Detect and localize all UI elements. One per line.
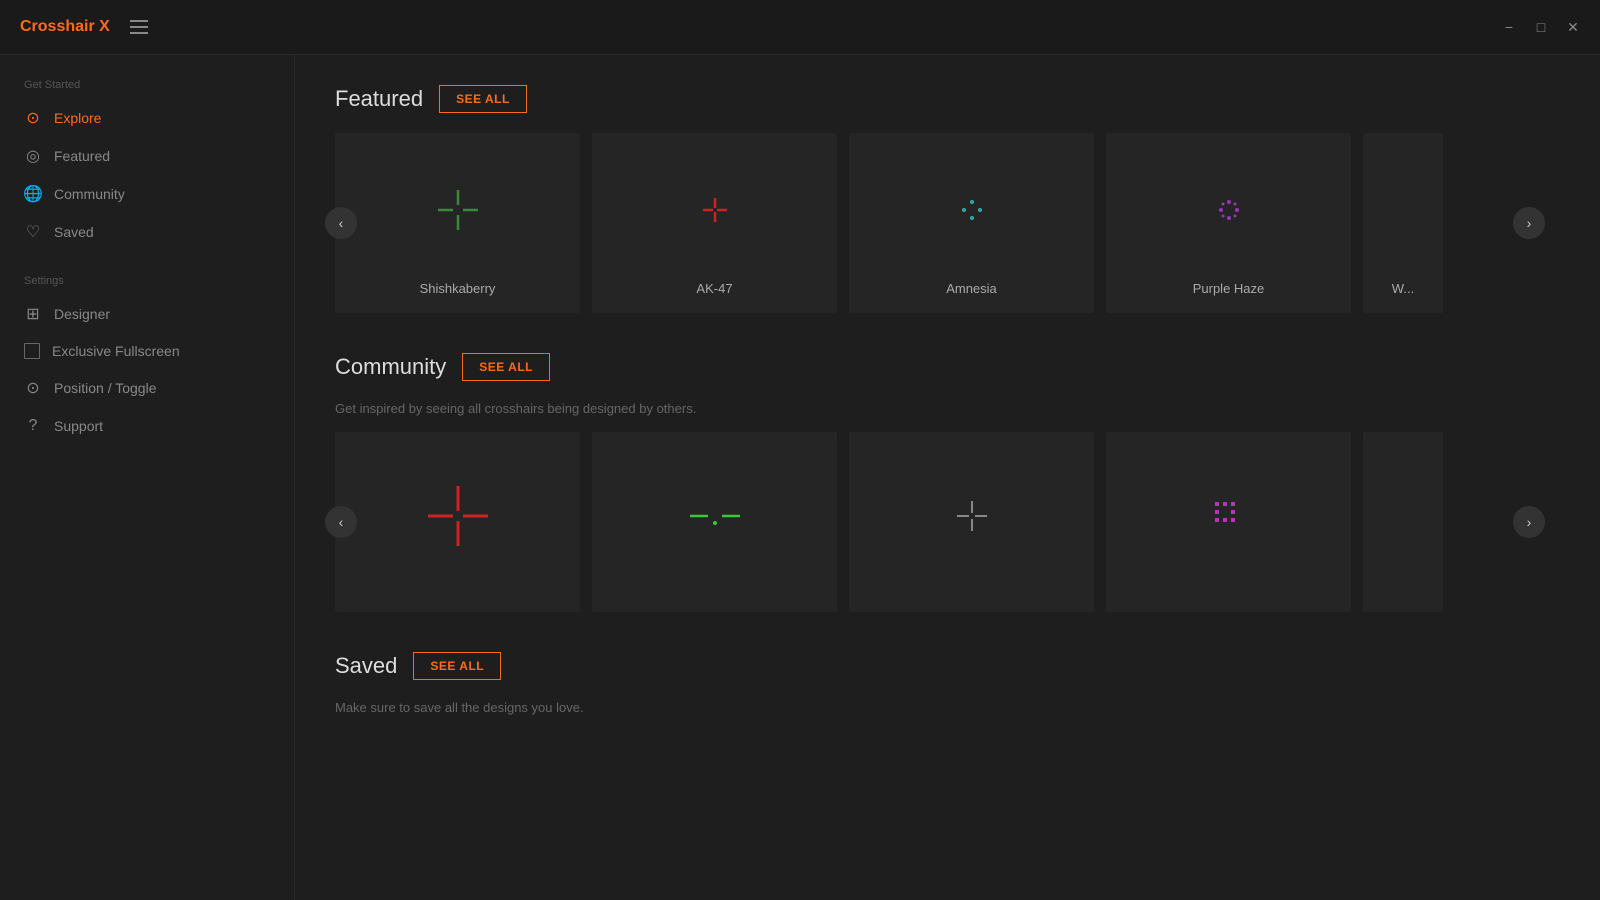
card-canvas [592,451,837,581]
community-card-partial[interactable] [1363,432,1443,612]
community-next-button[interactable]: › [1513,506,1545,538]
ak47-crosshair-svg [685,180,745,240]
saved-description: Make sure to save all the designs you lo… [335,700,1560,715]
support-icon: ? [24,417,42,435]
shishkaberry-crosshair-svg [428,180,488,240]
community-card-1[interactable] [335,432,580,612]
card-canvas [1106,145,1351,275]
community-description: Get inspired by seeing all crosshairs be… [335,401,1560,416]
featured-see-all-button[interactable]: SEE ALL [439,85,527,113]
sidebar-item-explore-label: Explore [54,110,101,126]
featured-card-purple-haze[interactable]: Purple Haze [1106,133,1351,313]
community-crosshair-2-svg [680,481,750,551]
featured-card-amnesia[interactable]: Amnesia [849,133,1094,313]
purple-haze-label: Purple Haze [1193,275,1265,302]
sidebar-item-exclusive-label: Exclusive Fullscreen [52,343,180,359]
community-see-all-button[interactable]: SEE ALL [462,353,550,381]
explore-icon: ⊙ [24,109,42,127]
featured-carousel-wrapper: ‹ Shishkaberry [335,133,1560,313]
close-button[interactable]: ✕ [1566,20,1580,34]
sidebar: Get Started ⊙ Explore ◎ Featured 🌐 Commu… [0,55,295,900]
card-canvas [1363,145,1443,275]
partial-label: W... [1392,275,1414,302]
community-crosshair-4-svg [1194,481,1264,551]
card-canvas [849,145,1094,275]
featured-title: Featured [335,86,423,112]
saved-title: Saved [335,653,397,679]
card-canvas [335,145,580,275]
main-layout: Get Started ⊙ Explore ◎ Featured 🌐 Commu… [0,55,1600,900]
featured-carousel: Shishkaberry AK-47 [335,133,1560,313]
saved-see-all-button[interactable]: SEE ALL [413,652,501,680]
app-title: Crosshair X [20,18,110,36]
ak47-label: AK-47 [696,275,732,302]
community-title: Community [335,354,446,380]
community-card-2[interactable] [592,432,837,612]
sidebar-item-position-label: Position / Toggle [54,380,156,396]
sidebar-item-support[interactable]: ? Support [0,407,294,445]
sidebar-section-settings: Settings [0,275,294,287]
featured-icon: ◎ [24,147,42,165]
shishkaberry-label: Shishkaberry [420,275,496,302]
featured-card-shishkaberry[interactable]: Shishkaberry [335,133,580,313]
designer-icon: ⊞ [24,305,42,323]
community-carousel [335,432,1560,612]
position-icon: ⊙ [24,379,42,397]
community-card-4[interactable] [1106,432,1351,612]
titlebar: Crosshair X − □ ✕ [0,0,1600,55]
titlebar-controls: − □ ✕ [1502,20,1580,34]
sidebar-item-saved[interactable]: ♡ Saved [0,213,294,251]
maximize-button[interactable]: □ [1534,20,1548,34]
sidebar-item-designer-label: Designer [54,306,110,322]
featured-next-button[interactable]: › [1513,207,1545,239]
featured-header: Featured SEE ALL [335,85,1560,113]
community-carousel-wrapper: ‹ [335,432,1560,612]
purple-haze-crosshair-svg [1199,180,1259,240]
menu-icon[interactable] [130,20,148,34]
sidebar-item-explore[interactable]: ⊙ Explore [0,99,294,137]
sidebar-section-get-started: Get Started [0,79,294,91]
sidebar-item-community[interactable]: 🌐 Community [0,175,294,213]
sidebar-item-designer[interactable]: ⊞ Designer [0,295,294,333]
community-icon: 🌐 [24,185,42,203]
featured-card-partial[interactable]: W... [1363,133,1443,313]
sidebar-item-position[interactable]: ⊙ Position / Toggle [0,369,294,407]
sidebar-item-community-label: Community [54,186,125,202]
exclusive-icon [24,343,40,359]
minimize-button[interactable]: − [1502,20,1516,34]
sidebar-item-exclusive[interactable]: Exclusive Fullscreen [0,333,294,369]
featured-card-ak47[interactable]: AK-47 [592,133,837,313]
card-canvas [592,145,837,275]
community-header: Community SEE ALL [335,353,1560,381]
content-area: Featured SEE ALL ‹ [295,55,1600,900]
community-crosshair-3-svg [937,481,1007,551]
community-crosshair-1-svg [423,481,493,551]
sidebar-item-featured[interactable]: ◎ Featured [0,137,294,175]
featured-prev-button[interactable]: ‹ [325,207,357,239]
sidebar-item-support-label: Support [54,418,103,434]
community-card-3[interactable] [849,432,1094,612]
community-prev-button[interactable]: ‹ [325,506,357,538]
saved-icon: ♡ [24,223,42,241]
card-canvas [1106,451,1351,581]
card-canvas [849,451,1094,581]
amnesia-label: Amnesia [946,275,997,302]
app-title-highlight: X [99,18,110,35]
sidebar-settings: Settings ⊞ Designer Exclusive Fullscreen… [0,275,294,445]
titlebar-left: Crosshair X [20,18,148,36]
sidebar-item-featured-label: Featured [54,148,110,164]
amnesia-crosshair-svg [942,180,1002,240]
saved-header: Saved SEE ALL [335,652,1560,680]
app-title-text: Crosshair [20,18,99,35]
card-canvas [335,451,580,581]
sidebar-item-saved-label: Saved [54,224,94,240]
